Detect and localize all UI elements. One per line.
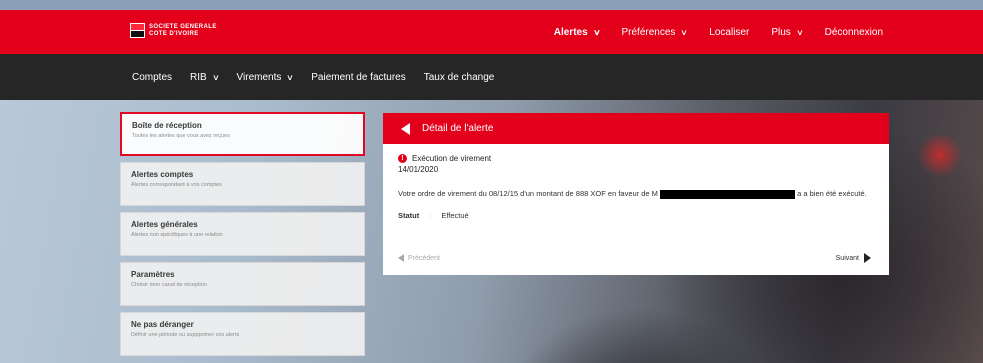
status-label: Statut — [398, 211, 420, 220]
secondary-nav: Comptes RIB ∨ Virements ∨ Paiement de fa… — [132, 54, 494, 100]
redacted-block — [660, 189, 796, 199]
alert-heading: ! Exécution de virement — [398, 154, 874, 163]
topnav-item-alertes[interactable]: Alertes ∨ — [553, 26, 601, 38]
alert-exclamation-icon: ! — [398, 154, 407, 163]
message-text-start: Votre ordre de virement du 08/12/15 d'un… — [398, 189, 658, 198]
logo-line-1: SOCIETE GENERALE — [149, 24, 217, 30]
menu-item-settings[interactable]: Paramètres Choisir mon canal de réceptio… — [120, 262, 365, 306]
menu-item-subtitle: Définir une période ou suppprimer vos al… — [131, 332, 240, 338]
topnav-label: Localiser — [709, 26, 750, 38]
topnav-label: Alertes — [553, 26, 588, 38]
subnav-item-paiement-factures[interactable]: Paiement de factures — [311, 72, 406, 83]
chevron-down-icon: ∨ — [795, 27, 804, 37]
logo-text: SOCIETE GENERALE COTE D'IVOIRE — [149, 24, 217, 37]
background-light — [915, 135, 965, 175]
card-title: Détail de l'alerte — [422, 123, 494, 134]
next-button[interactable]: Suivant — [836, 253, 871, 263]
alerts-side-menu: Boîte de réception Toutes les alertes qu… — [120, 112, 365, 362]
subnav-label: RIB — [190, 71, 207, 83]
menu-item-title: Paramètres — [131, 270, 175, 279]
status-separator: : — [429, 211, 432, 220]
menu-item-subtitle: Alertes non spécifiques à une relation — [131, 232, 223, 238]
card-header: Détail de l'alerte — [383, 113, 889, 144]
menu-item-title: Boîte de réception — [132, 121, 202, 130]
menu-item-title: Alertes comptes — [131, 170, 194, 179]
arrow-left-icon — [398, 254, 404, 262]
status-row: Statut : Effectué — [398, 211, 874, 220]
topnav-item-preferences[interactable]: Préférences ∨ — [621, 26, 689, 38]
chevron-down-icon: ∨ — [211, 72, 220, 82]
status-value: Effectué — [441, 211, 469, 220]
subnav-item-comptes[interactable]: Comptes — [132, 72, 172, 83]
subnav-label: Comptes — [132, 71, 173, 83]
alert-detail-card: Détail de l'alerte ! Exécution de vireme… — [383, 113, 889, 275]
brand-logo[interactable]: SOCIETE GENERALE COTE D'IVOIRE — [130, 23, 217, 38]
logo-line-2: COTE D'IVOIRE — [149, 30, 199, 37]
menu-item-subtitle: Choisir mon canal de réception — [131, 282, 207, 288]
chevron-down-icon: ∨ — [680, 27, 689, 37]
previous-label: Précédent — [408, 254, 440, 262]
subnav-label: Taux de change — [423, 71, 495, 83]
topnav-label: Déconnexion — [824, 26, 883, 38]
subnav-label: Virements — [236, 71, 282, 83]
top-bar: SOCIETE GENERALE COTE D'IVOIRE Alertes ∨… — [0, 10, 983, 54]
subnav-item-taux-change[interactable]: Taux de change — [424, 72, 495, 83]
logo-mark-icon — [130, 23, 145, 38]
subnav-label: Paiement de factures — [311, 71, 406, 83]
menu-item-account-alerts[interactable]: Alertes comptes Alertes correspondant à … — [120, 162, 365, 206]
back-arrow-icon[interactable] — [401, 122, 410, 135]
top-nav: Alertes ∨ Préférences ∨ Localiser Plus ∨… — [554, 10, 883, 54]
menu-item-do-not-disturb[interactable]: Ne pas déranger Définir une période ou s… — [120, 312, 365, 356]
chevron-down-icon: ∨ — [592, 27, 601, 37]
alert-pager: Précédent Suivant — [398, 253, 871, 263]
arrow-right-icon — [864, 253, 871, 263]
menu-item-title: Alertes générales — [131, 220, 198, 229]
secondary-nav-bar: Comptes RIB ∨ Virements ∨ Paiement de fa… — [0, 54, 983, 100]
menu-item-subtitle: Toutes les alertes que vous avez reçues — [132, 133, 230, 139]
topnav-item-deconnexion[interactable]: Déconnexion — [825, 27, 883, 38]
card-body: ! Exécution de virement 14/01/2020 Votre… — [383, 144, 889, 275]
alert-message: Votre ordre de virement du 08/12/15 d'un… — [398, 188, 873, 199]
subnav-item-virements[interactable]: Virements ∨ — [236, 71, 295, 83]
subnav-item-rib[interactable]: RIB ∨ — [190, 72, 219, 83]
next-label: Suivant — [835, 254, 859, 262]
menu-item-title: Ne pas déranger — [131, 320, 194, 329]
message-text-end: a a bien été exécuté. — [797, 189, 867, 198]
alert-date: 14/01/2020 — [398, 165, 439, 174]
topnav-label: Plus — [771, 26, 791, 38]
topnav-item-plus[interactable]: Plus ∨ — [771, 26, 804, 38]
menu-item-inbox[interactable]: Boîte de réception Toutes les alertes qu… — [120, 112, 365, 156]
topnav-item-localiser[interactable]: Localiser — [709, 27, 749, 38]
menu-item-subtitle: Alertes correspondant à vos comptes — [131, 182, 222, 188]
alert-title: Exécution de virement — [412, 154, 492, 163]
topnav-label: Préférences — [621, 26, 676, 38]
previous-button[interactable]: Précédent — [398, 253, 440, 263]
chevron-down-icon: ∨ — [286, 72, 295, 82]
menu-item-general-alerts[interactable]: Alertes générales Alertes non spécifique… — [120, 212, 365, 256]
